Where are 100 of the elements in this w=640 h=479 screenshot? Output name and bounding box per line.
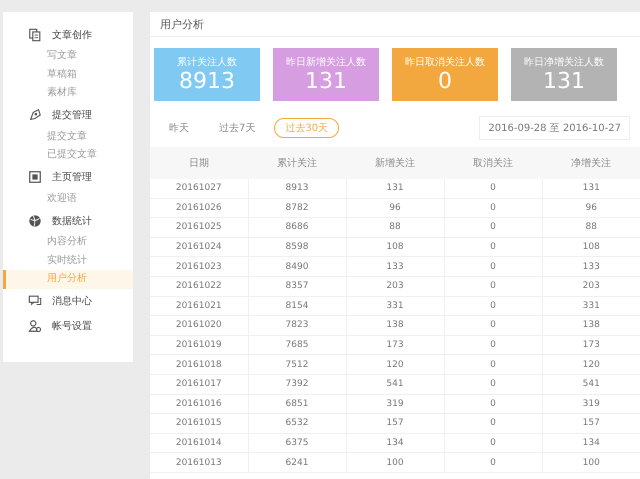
menu-item[interactable]: 内容分析 — [3, 233, 133, 252]
table-cell: 20161018 — [150, 354, 248, 374]
table-cell: 7512 — [248, 354, 346, 374]
table-cell: 120 — [542, 354, 640, 374]
column-header: 累计关注 — [248, 147, 346, 179]
menu-item[interactable]: 提交文章 — [3, 128, 133, 146]
table-cell: 133 — [346, 256, 444, 276]
table-cell: 100 — [542, 452, 640, 472]
table-cell: 20161017 — [150, 374, 248, 394]
table-cell: 8357 — [248, 276, 346, 296]
user-icon — [28, 319, 42, 333]
range-tab[interactable]: 过去7天 — [208, 118, 266, 138]
table-cell: 20161014 — [150, 433, 248, 453]
table-cell: 0 — [444, 316, 542, 336]
table-cell: 8598 — [248, 237, 346, 257]
range-tab[interactable]: 昨天 — [158, 118, 200, 138]
table-cell: 0 — [444, 354, 542, 374]
column-header: 取消关注 — [444, 147, 542, 179]
table-cell: 0 — [444, 237, 542, 257]
page-icon — [28, 170, 42, 184]
range-tab[interactable]: 过去30天 — [274, 118, 340, 138]
stat-label: 累计关注人数 — [177, 56, 237, 68]
menu-section[interactable]: 消息中心 — [52, 294, 92, 308]
menu-item[interactable]: 素材库 — [3, 84, 133, 102]
table-cell: 20161022 — [150, 276, 248, 296]
table-cell: 20161026 — [150, 198, 248, 218]
table-cell: 131 — [346, 179, 444, 198]
stat-label: 昨日净增关注人数 — [524, 56, 604, 68]
chat-icon — [28, 294, 42, 308]
table-cell: 133 — [542, 256, 640, 276]
table-cell: 20161023 — [150, 256, 248, 276]
table-cell: 541 — [346, 374, 444, 394]
table-cell: 0 — [444, 276, 542, 296]
table-cell: 0 — [444, 335, 542, 355]
stat-value: 8913 — [179, 68, 235, 94]
table-cell: 7685 — [248, 335, 346, 355]
table-cell: 0 — [444, 433, 542, 453]
table-cell: 8686 — [248, 218, 346, 238]
table-cell: 0 — [444, 218, 542, 238]
table-cell: 319 — [346, 394, 444, 414]
table-cell: 203 — [542, 276, 640, 296]
column-header: 净增关注 — [542, 147, 640, 179]
menu-section[interactable]: 主页管理 — [52, 170, 92, 184]
column-header: 新增关注 — [346, 147, 444, 179]
table-cell: 100 — [346, 452, 444, 472]
table-cell: 20161016 — [150, 394, 248, 414]
table-cell: 88 — [346, 218, 444, 238]
table-cell: 20161015 — [150, 414, 248, 434]
table-cell: 0 — [444, 256, 542, 276]
table-cell: 20161013 — [150, 452, 248, 472]
menu-item[interactable]: 已提交文章 — [3, 146, 133, 164]
table-cell: 6241 — [248, 452, 346, 472]
menu-item[interactable]: 用户分析 — [3, 270, 133, 288]
stat-value: 131 — [305, 68, 347, 94]
table-cell: 0 — [444, 179, 542, 198]
table-cell: 8490 — [248, 256, 346, 276]
table-cell: 138 — [542, 316, 640, 336]
submit-icon — [28, 108, 42, 122]
table-cell: 20161019 — [150, 335, 248, 355]
globe-icon — [28, 214, 42, 228]
table-cell: 157 — [542, 414, 640, 434]
table-cell: 0 — [444, 414, 542, 434]
menu-section[interactable]: 提交管理 — [52, 108, 92, 122]
table-cell: 6532 — [248, 414, 346, 434]
table-cell: 6375 — [248, 433, 346, 453]
table-cell: 131 — [542, 179, 640, 198]
menu-item[interactable]: 写文章 — [3, 47, 133, 66]
table-cell: 134 — [542, 433, 640, 453]
table-cell: 20161025 — [150, 218, 248, 238]
date-range-field[interactable]: 2016-09-28 至 2016-10-27 — [479, 116, 630, 140]
table-cell: 173 — [542, 335, 640, 355]
menu-item[interactable]: 草稿箱 — [3, 66, 133, 84]
table-cell: 8913 — [248, 179, 346, 198]
table-cell: 0 — [444, 374, 542, 394]
table-cell: 331 — [346, 296, 444, 316]
table-cell: 108 — [542, 237, 640, 257]
table-cell: 8154 — [248, 296, 346, 316]
table-cell: 20161024 — [150, 237, 248, 257]
menu-section[interactable]: 数据统计 — [52, 214, 92, 228]
table-cell: 203 — [346, 276, 444, 296]
menu-section[interactable]: 文章创作 — [52, 28, 92, 42]
table-cell: 0 — [444, 452, 542, 472]
table-cell: 0 — [444, 198, 542, 218]
table-cell: 6851 — [248, 394, 346, 414]
table-cell: 20161021 — [150, 296, 248, 316]
column-header: 日期 — [150, 147, 248, 179]
page-title: 用户分析 — [160, 16, 204, 32]
menu-item[interactable]: 实时统计 — [3, 252, 133, 270]
table-cell: 157 — [346, 414, 444, 434]
stat-label: 昨日取消关注人数 — [405, 56, 485, 68]
table-cell: 134 — [346, 433, 444, 453]
table-cell: 8782 — [248, 198, 346, 218]
table-cell: 138 — [346, 316, 444, 336]
table-cell: 88 — [542, 218, 640, 238]
menu-section[interactable]: 帐号设置 — [52, 319, 92, 333]
menu-item[interactable]: 欢迎语 — [3, 190, 133, 208]
table-cell: 331 — [542, 296, 640, 316]
table-cell: 20161027 — [150, 179, 248, 198]
table-cell: 120 — [346, 354, 444, 374]
table-cell: 541 — [542, 374, 640, 394]
